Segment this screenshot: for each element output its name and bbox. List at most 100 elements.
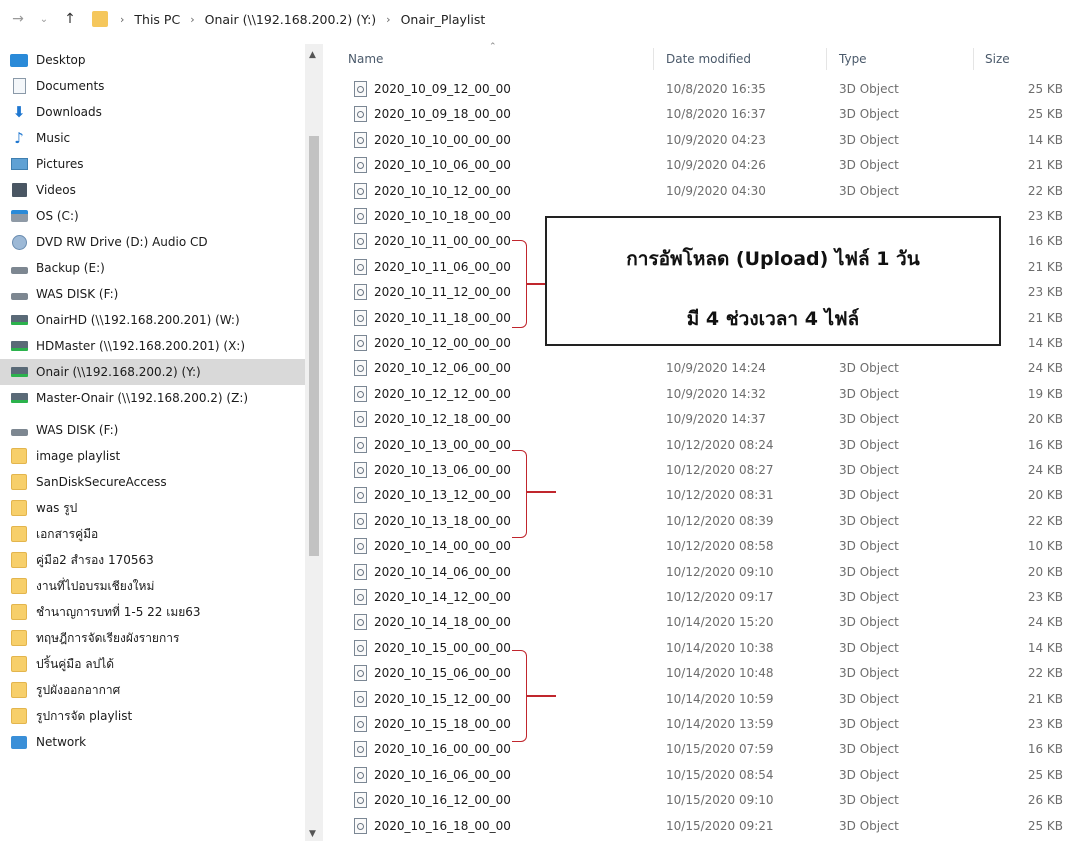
nav-item-label: WAS DISK (F:) — [36, 423, 119, 437]
file-row[interactable]: 2020_10_13_06_00_00 10/12/2020 08:27 3D Ob… — [328, 458, 1077, 483]
nav-item[interactable]: รูปการจัด playlist — [0, 703, 305, 729]
file-row[interactable]: 2020_10_10_06_00_00 10/9/2020 04:26 3D Obj… — [328, 153, 1077, 178]
file-row[interactable]: 2020_10_13_00_00_00 10/12/2020 08:24 3D Ob… — [328, 433, 1077, 458]
recent-locations-chevron-icon[interactable]: ⌄ — [36, 14, 52, 25]
file-type: 3D Object — [839, 691, 899, 706]
file-name: 2020_10_14_06_00_00 — [374, 564, 511, 579]
nav-scrollbar[interactable]: ▲ ▼ — [305, 44, 323, 841]
nav-item-label: เอกสารคู่มือ — [36, 526, 99, 541]
file-row[interactable]: 2020_10_16_18_00_00 10/15/2020 09:21 3D Ob… — [328, 814, 1077, 839]
nav-item[interactable]: Desktop — [0, 47, 305, 73]
nav-item[interactable]: OnairHD (\\192.168.200.201) (W:) — [0, 307, 305, 333]
nav-item[interactable]: HDMaster (\\192.168.200.201) (X:) — [0, 333, 305, 359]
file-name: 2020_10_12_06_00_00 — [374, 361, 511, 376]
file-date-modified: 10/9/2020 04:30 — [666, 183, 766, 198]
column-divider[interactable] — [653, 48, 654, 70]
nav-item[interactable]: OS (C:) — [0, 203, 305, 229]
file-row[interactable]: 2020_10_15_12_00_00 10/14/2020 10:59 3D Ob… — [328, 687, 1077, 712]
file-type: 3D Object — [839, 767, 899, 782]
file-row[interactable]: 2020_10_14_18_00_00 10/14/2020 15:20 3D Ob… — [328, 610, 1077, 635]
nav-item[interactable]: Master-Onair (\\192.168.200.2) (Z:) — [0, 385, 305, 411]
file-size: 24 KB — [1027, 463, 1063, 477]
file-row[interactable]: 2020_10_15_18_00_00 10/14/2020 13:59 3D Ob… — [328, 712, 1077, 737]
file-row[interactable]: 2020_10_10_12_00_00 10/9/2020 04:30 3D Obj… — [328, 179, 1077, 204]
file-name: 2020_10_13_18_00_00 — [374, 513, 511, 528]
file-type: 3D Object — [839, 386, 899, 401]
nav-item[interactable]: SanDiskSecureAccess — [0, 469, 305, 495]
file-row[interactable]: 2020_10_10_00_00_00 10/9/2020 04:23 3D Obj… — [328, 128, 1077, 153]
file-date-modified: 10/12/2020 08:24 — [666, 437, 774, 452]
column-header-date-modified[interactable]: Date modified — [666, 52, 751, 66]
scroll-down-icon[interactable]: ▼ — [309, 829, 316, 839]
file-size: 22 KB — [1027, 513, 1063, 528]
music-icon: ♪ — [14, 129, 24, 147]
file-row[interactable]: 2020_10_12_06_00_00 10/9/2020 14:24 3D Obj… — [328, 356, 1077, 381]
nav-item[interactable]: Network — [0, 729, 305, 755]
up-arrow-icon[interactable]: ↑ — [62, 11, 78, 27]
nav-item[interactable]: image playlist — [0, 443, 305, 469]
3d-object-file-icon — [354, 157, 367, 174]
file-date-modified: 10/15/2020 07:59 — [666, 742, 774, 757]
nav-item[interactable]: คู่มือ2 สำรอง 170563 — [0, 547, 305, 573]
file-row[interactable]: 2020_10_16_00_00_00 10/15/2020 07:59 3D Ob… — [328, 737, 1077, 762]
nav-item[interactable]: ♪ Music — [0, 125, 305, 151]
scroll-up-icon[interactable]: ▲ — [309, 50, 316, 60]
nav-item[interactable]: เอกสารคู่มือ — [0, 521, 305, 547]
file-row[interactable]: 2020_10_16_06_00_00 10/15/2020 08:54 3D Ob… — [328, 763, 1077, 788]
3d-object-file-icon — [354, 385, 367, 402]
breadcrumb-this-pc[interactable]: This PC — [134, 12, 180, 27]
column-header-name[interactable]: Name — [348, 52, 383, 66]
nav-item[interactable]: DVD RW Drive (D:) Audio CD — [0, 229, 305, 255]
nav-item[interactable]: WAS DISK (F:) — [0, 281, 305, 307]
file-row[interactable]: 2020_10_14_06_00_00 10/12/2020 09:10 3D Ob… — [328, 560, 1077, 585]
nav-item[interactable]: Documents — [0, 73, 305, 99]
3d-object-file-icon — [354, 766, 367, 783]
file-row[interactable]: 2020_10_12_12_00_00 10/9/2020 14:32 3D Obj… — [328, 382, 1077, 407]
folder-icon — [92, 11, 108, 27]
file-date-modified: 10/12/2020 08:58 — [666, 539, 774, 554]
nav-item[interactable]: รูปผังออกอากาศ — [0, 677, 305, 703]
file-row[interactable]: 2020_10_14_00_00_00 10/12/2020 08:58 3D Ob… — [328, 534, 1077, 559]
nav-item[interactable]: ทฤษฎีการจัดเรียงผังรายการ — [0, 625, 305, 651]
file-date-modified: 10/8/2020 16:37 — [666, 107, 766, 122]
breadcrumb-onair-drive[interactable]: Onair (\\192.168.200.2) (Y:) — [205, 12, 377, 27]
forward-arrow-icon[interactable]: → — [10, 11, 26, 27]
column-header-type[interactable]: Type — [839, 52, 867, 66]
file-size: 14 KB — [1027, 132, 1063, 147]
column-header-size[interactable]: Size — [985, 52, 1010, 66]
nav-scroll-thumb[interactable] — [309, 136, 319, 556]
nav-item[interactable]: Backup (E:) — [0, 255, 305, 281]
pictures-icon — [10, 156, 28, 172]
column-divider[interactable] — [973, 48, 974, 70]
file-row[interactable]: 2020_10_16_12_00_00 10/15/2020 09:10 3D Ob… — [328, 788, 1077, 813]
file-type: 3D Object — [839, 666, 899, 681]
file-row[interactable]: 2020_10_09_12_00_00 10/8/2020 16:35 3D Obj… — [328, 77, 1077, 102]
nav-item[interactable]: ⬇ Downloads — [0, 99, 305, 125]
nav-item[interactable]: Onair (\\192.168.200.2) (Y:) — [0, 359, 305, 385]
nav-item[interactable]: ปริ้นคู่มือ ลปได้ — [0, 651, 305, 677]
breadcrumb-separator-icon: › — [190, 12, 195, 26]
file-row[interactable]: 2020_10_12_18_00_00 10/9/2020 14:37 3D Obj… — [328, 407, 1077, 432]
breadcrumb[interactable]: › This PC › Onair (\\192.168.200.2) (Y:)… — [114, 12, 489, 27]
file-row[interactable]: 2020_10_09_18_00_00 10/8/2020 16:37 3D Obj… — [328, 102, 1077, 127]
file-name: 2020_10_13_12_00_00 — [374, 488, 511, 503]
nav-item[interactable]: งานที่ไปอบรมเชียงใหม่ — [0, 573, 305, 599]
nav-item[interactable]: Videos — [0, 177, 305, 203]
nav-item[interactable]: was รูป — [0, 495, 305, 521]
file-size: 21 KB — [1027, 310, 1063, 325]
callout-line-1: การอัพโหลด (Upload) ไฟล์ 1 วัน — [626, 248, 920, 270]
breadcrumb-onair-playlist[interactable]: Onair_Playlist — [401, 12, 486, 27]
nav-item[interactable]: WAS DISK (F:) — [0, 417, 305, 443]
folder-icon — [10, 630, 28, 646]
column-divider[interactable] — [826, 48, 827, 70]
file-row[interactable]: 2020_10_14_12_00_00 10/12/2020 09:17 3D Ob… — [328, 585, 1077, 610]
file-row[interactable]: 2020_10_15_00_00_00 10/14/2020 10:38 3D Ob… — [328, 636, 1077, 661]
nav-item[interactable]: Pictures — [0, 151, 305, 177]
nav-item[interactable]: ชำนาญการบทที่ 1-5 22 เมย63 — [0, 599, 305, 625]
file-date-modified: 10/14/2020 10:38 — [666, 640, 774, 655]
file-date-modified: 10/8/2020 16:35 — [666, 82, 766, 96]
file-row[interactable]: 2020_10_15_06_00_00 10/14/2020 10:48 3D Ob… — [328, 661, 1077, 686]
nav-item-label: งานที่ไปอบรมเชียงใหม่ — [36, 578, 155, 593]
file-row[interactable]: 2020_10_13_18_00_00 10/12/2020 08:39 3D Ob… — [328, 509, 1077, 534]
file-row[interactable]: 2020_10_13_12_00_00 10/12/2020 08:31 3D Ob… — [328, 483, 1077, 508]
